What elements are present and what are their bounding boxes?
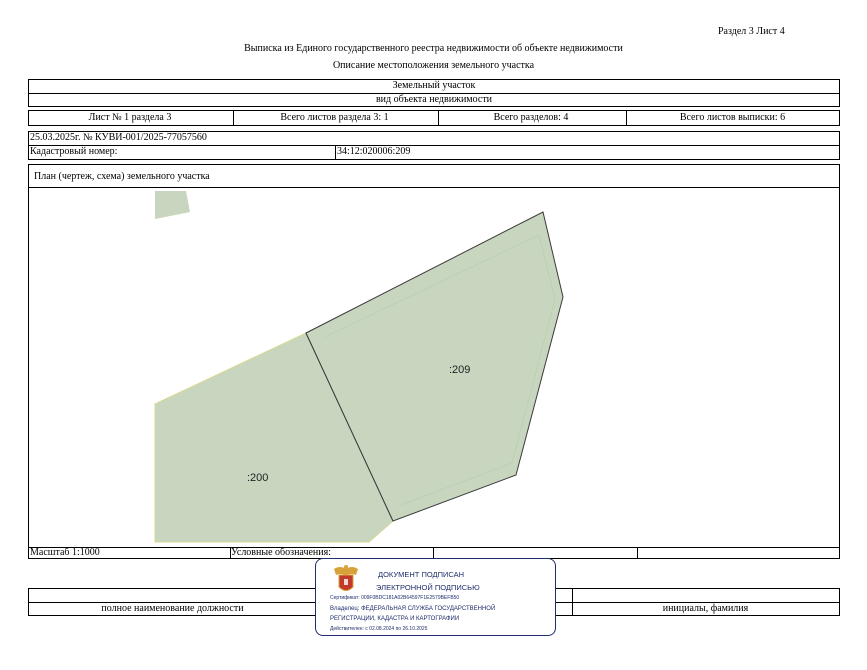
plan-drawing: :209 :200 xyxy=(154,191,564,543)
electronic-signature-stamp: ДОКУМЕНТ ПОДПИСАН ЭЛЕКТРОННОЙ ПОДПИСЬЮ С… xyxy=(315,558,556,636)
document-title: Выписка из Единого государственного реес… xyxy=(244,43,623,54)
stamp-validity: Действителен: с 02.08.2024 по 26.10.2025 xyxy=(330,626,428,632)
parcel-label-209: :209 xyxy=(449,364,470,376)
total-sections: Всего разделов: 4 xyxy=(493,112,569,123)
stamp-owner-1: Владелец: ФЕДЕРАЛЬНАЯ СЛУЖБА ГОСУДАРСТВЕ… xyxy=(330,606,496,612)
document-subtitle: Описание местоположения земельного участ… xyxy=(332,60,535,71)
parcel-label-200: :200 xyxy=(247,472,268,484)
stamp-line-2: ЭЛЕКТРОННОЙ ПОДПИСЬЮ xyxy=(376,583,480,592)
object-type: Земельный участок xyxy=(392,80,476,91)
parcel-fragment xyxy=(155,191,190,219)
stamp-line-1: ДОКУМЕНТ ПОДПИСАН xyxy=(378,570,465,579)
name-caption: инициалы, фамилия xyxy=(662,603,749,614)
legend-label: Условные обозначения: xyxy=(231,547,332,558)
total-sheets-section: Всего листов раздела 3: 1 xyxy=(280,112,389,123)
cadastral-number: 34:12:020006:209 xyxy=(337,146,411,157)
scale-label: Масштаб 1:1000 xyxy=(30,547,100,558)
coat-of-arms-icon xyxy=(334,565,358,591)
plan-title: План (чертеж, схема) земельного участка xyxy=(34,171,210,182)
stamp-owner-2: РЕГИСТРАЦИИ, КАДАСТРА И КАРТОГРАФИИ xyxy=(330,616,460,622)
object-type-caption: вид объекта недвижимости xyxy=(375,94,493,105)
cadastral-label: Кадастровый номер: xyxy=(30,146,118,157)
total-sheets-extract: Всего листов выписки: 6 xyxy=(679,112,786,123)
document-reference: 25.03.2025г. № КУВИ-001/2025-77057560 xyxy=(30,132,207,143)
section-sheet-label: Раздел 3 Лист 4 xyxy=(718,26,785,37)
position-caption: полное наименование должности xyxy=(101,603,244,614)
stamp-certificate: Сертификат: 009F0BDC181A02B64597F1E2579B… xyxy=(330,595,460,601)
sheet-number: Лист № 1 раздела 3 xyxy=(88,112,172,123)
